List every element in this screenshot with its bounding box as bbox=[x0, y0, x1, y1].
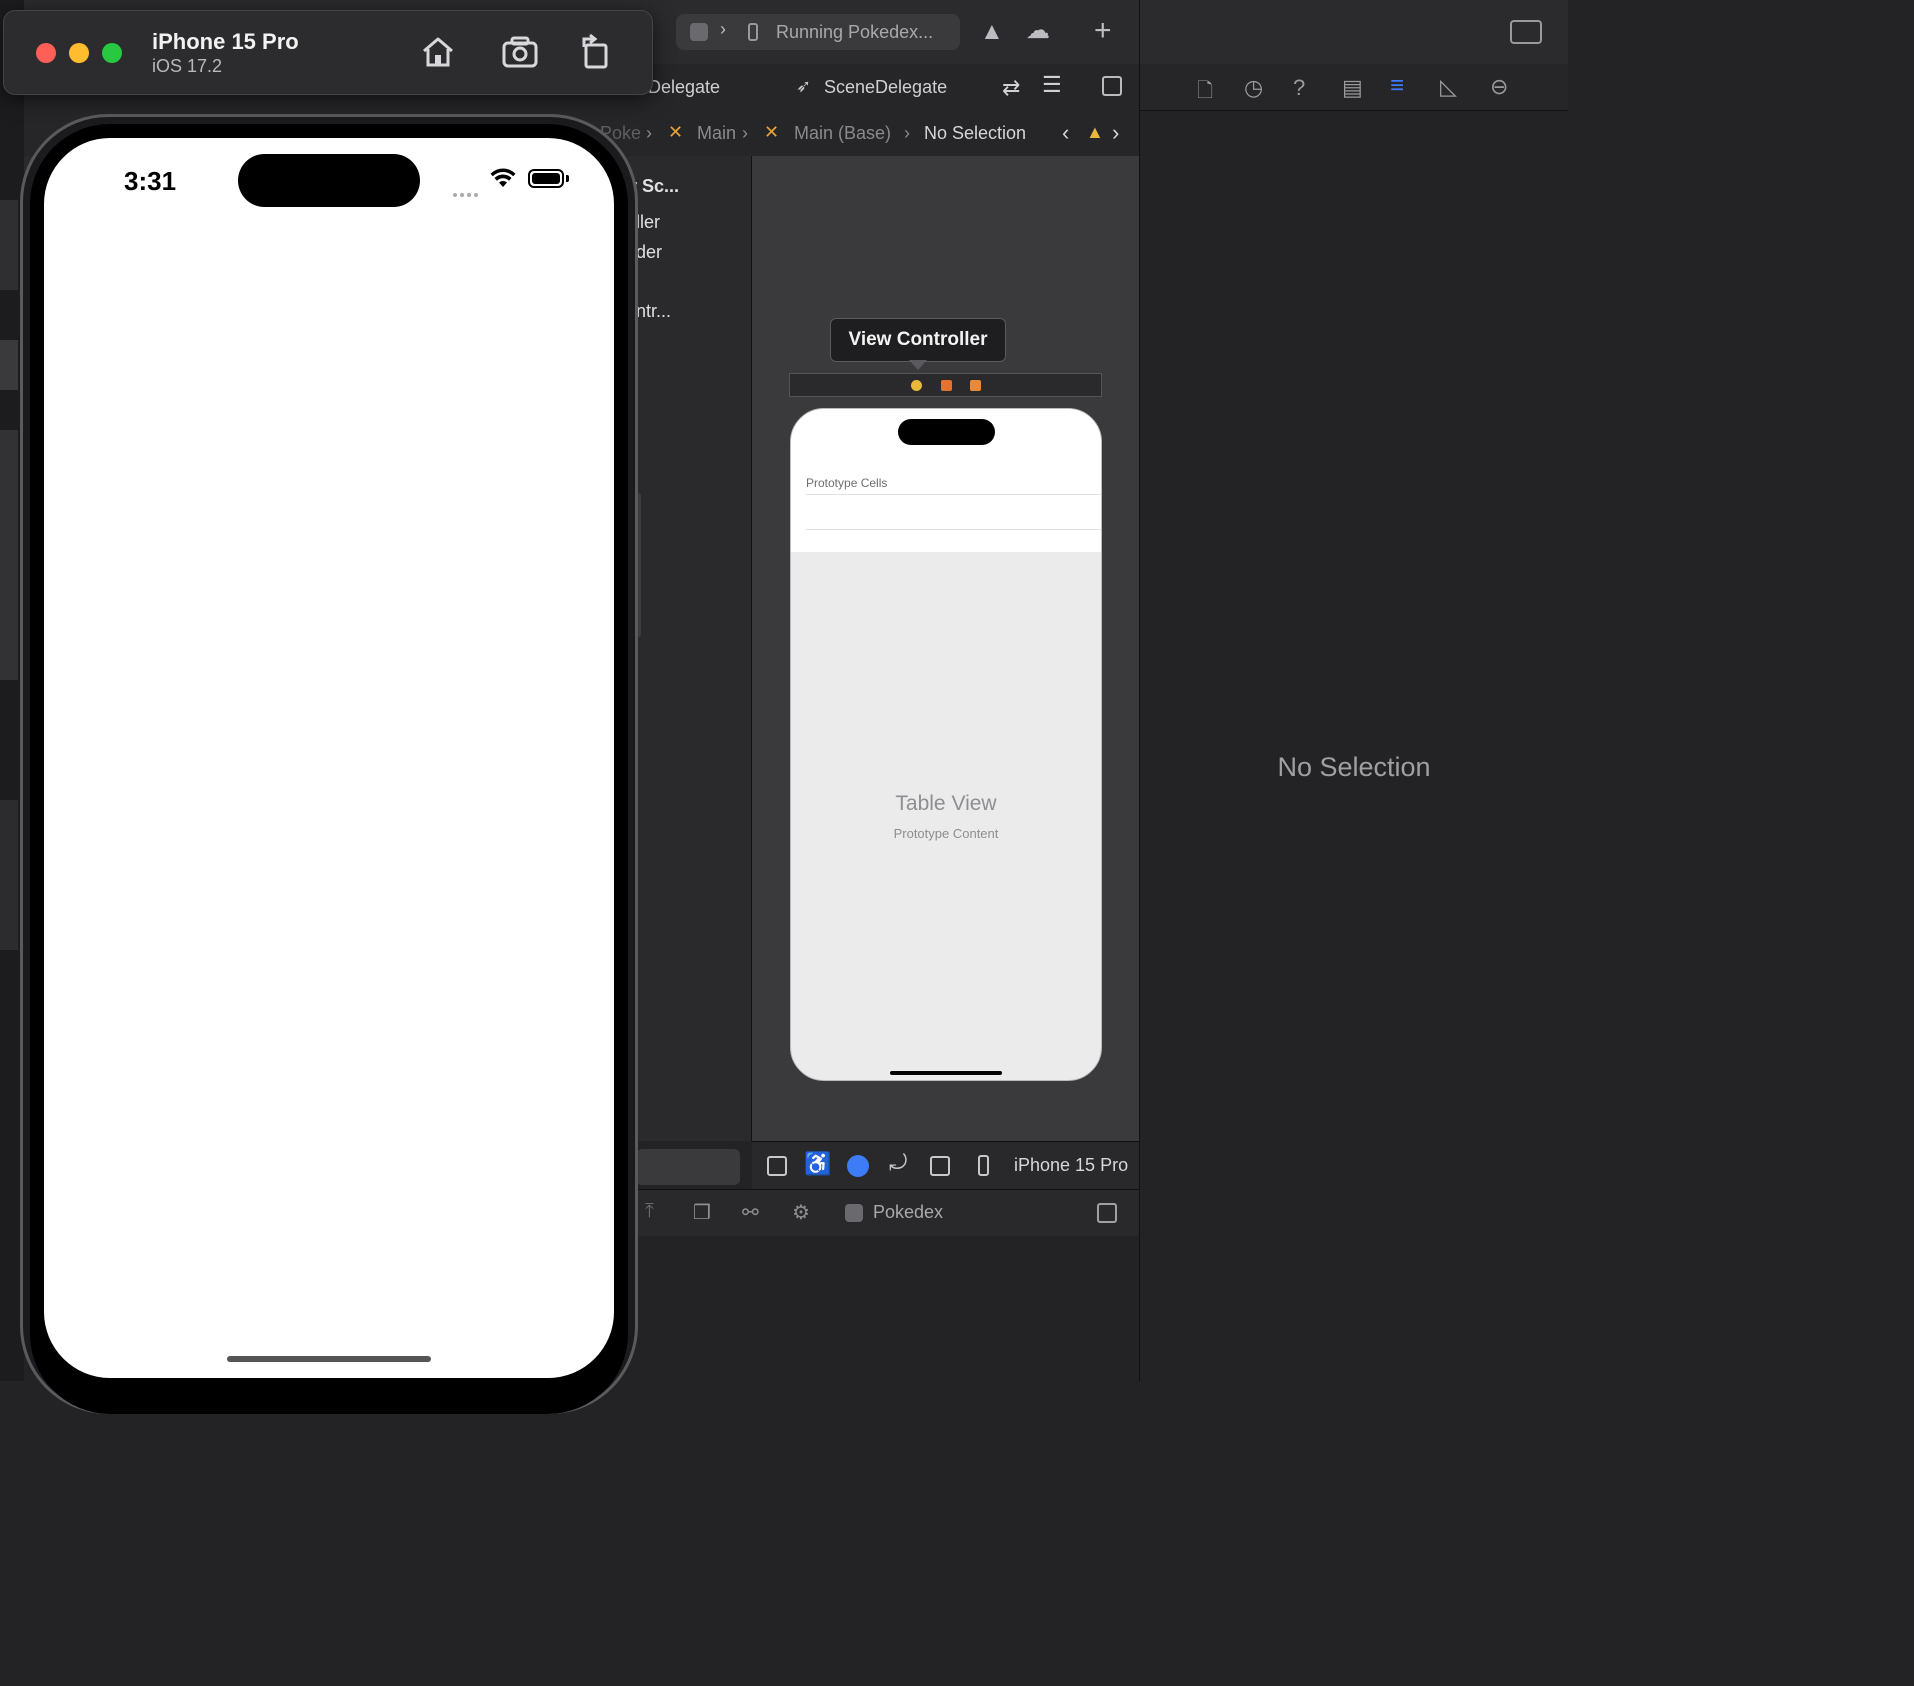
outline-item-responder[interactable]: der bbox=[636, 242, 662, 263]
outline-item-controller[interactable]: ller bbox=[636, 212, 660, 233]
dynamic-island bbox=[898, 419, 995, 445]
split-view-icon[interactable] bbox=[930, 1156, 950, 1176]
editor-options-icon[interactable]: ☰ bbox=[1042, 72, 1062, 98]
tab-appdelegate[interactable]: Delegate bbox=[648, 77, 720, 98]
attributes-inspector-icon[interactable]: ≡ bbox=[1390, 72, 1404, 100]
chevron-left-icon[interactable]: ‹ bbox=[1062, 120, 1069, 146]
simulator-screen[interactable]: 3:31 bbox=[44, 138, 614, 1378]
home-icon[interactable] bbox=[418, 33, 458, 71]
swap-icon[interactable]: ⇄ bbox=[1002, 75, 1020, 101]
minimize-button[interactable] bbox=[69, 43, 89, 63]
home-indicator[interactable] bbox=[227, 1356, 431, 1362]
app-icon bbox=[690, 23, 708, 41]
memory-graph-icon[interactable]: ⚯ bbox=[742, 1200, 759, 1225]
scene-title-pointer bbox=[909, 360, 927, 370]
scheme-status-pill[interactable]: › Running Pokedex... bbox=[676, 14, 960, 50]
inspector-no-selection: No Selection bbox=[1277, 752, 1431, 782]
inspector-toolbar bbox=[1140, 0, 1568, 65]
wifi-icon bbox=[490, 168, 516, 187]
battery-cap bbox=[566, 175, 569, 182]
view-controller-icon[interactable] bbox=[911, 380, 922, 391]
warning-icon[interactable]: ▲ bbox=[1086, 122, 1104, 143]
add-icon[interactable]: + bbox=[1094, 14, 1112, 48]
storyboard-icon: ✕ bbox=[764, 122, 780, 142]
simulator-titlebar[interactable]: iPhone 15 Pro iOS 17.2 bbox=[3, 10, 653, 95]
identity-inspector-icon[interactable]: ▤ bbox=[1342, 75, 1363, 101]
environment-icon[interactable]: ⚙ bbox=[792, 1200, 810, 1225]
chevron-right-icon[interactable]: › bbox=[1112, 120, 1119, 146]
device-icon[interactable] bbox=[978, 1155, 989, 1176]
inspector-panel bbox=[1139, 0, 1569, 1381]
home-indicator bbox=[890, 1071, 1002, 1075]
divider bbox=[806, 529, 1101, 530]
history-inspector-icon[interactable]: ◷ bbox=[1244, 75, 1263, 101]
table-view-label: Table View bbox=[895, 792, 997, 815]
help-inspector-icon[interactable]: ? bbox=[1293, 75, 1305, 101]
app-icon bbox=[845, 1204, 863, 1222]
view-hierarchy-icon[interactable]: ❒ bbox=[693, 1200, 711, 1225]
dynamic-island bbox=[238, 154, 420, 207]
storyboard-device-preview[interactable]: Prototype Cells Table View Prototype Con… bbox=[790, 408, 1102, 1081]
cloud-icon[interactable]: ☁ bbox=[1026, 16, 1050, 45]
warning-icon[interactable]: ▲ bbox=[980, 18, 1004, 46]
jumpbar-selection[interactable]: No Selection bbox=[924, 123, 1026, 144]
scene-dock[interactable] bbox=[789, 373, 1102, 397]
prototype-content-label: Prototype Content bbox=[893, 826, 999, 841]
add-editor-icon[interactable] bbox=[1102, 76, 1122, 96]
chevron-right-icon: › bbox=[646, 123, 652, 143]
canvas-device-selector[interactable]: iPhone 15 Pro bbox=[1014, 1155, 1128, 1176]
rotate-icon[interactable] bbox=[576, 33, 616, 71]
debug-target-label[interactable]: Pokedex bbox=[873, 1202, 943, 1223]
step-out-icon[interactable]: ⤒ bbox=[645, 1200, 654, 1223]
divider bbox=[806, 494, 1101, 495]
outline-toggle-icon[interactable] bbox=[767, 1156, 787, 1176]
appearance-icon[interactable] bbox=[847, 1155, 869, 1177]
accessibility-icon[interactable]: ♿ bbox=[804, 1151, 831, 1177]
console-toggle-icon[interactable] bbox=[1097, 1203, 1117, 1223]
file-inspector-icon[interactable]: 🗋 bbox=[1197, 76, 1213, 110]
size-inspector-icon[interactable]: ◺ bbox=[1440, 74, 1457, 100]
screenshot-icon[interactable] bbox=[500, 33, 540, 71]
storyboard-icon: ✕ bbox=[668, 122, 684, 142]
scheme-status-text: Running Pokedex... bbox=[776, 22, 934, 42]
scene-title[interactable]: View Controller bbox=[830, 318, 1006, 362]
chevron-right-icon: › bbox=[904, 123, 910, 143]
exit-icon[interactable] bbox=[970, 380, 981, 391]
jumpbar-main[interactable]: Main bbox=[697, 123, 736, 144]
chevron-right-icon: › bbox=[742, 123, 748, 143]
close-button[interactable] bbox=[36, 43, 56, 63]
status-time: 3:31 bbox=[124, 166, 177, 196]
swift-icon: ➶ bbox=[796, 76, 812, 96]
first-responder-icon[interactable] bbox=[941, 380, 952, 391]
tab-scenedelegate[interactable]: SceneDelegate bbox=[824, 77, 947, 98]
outline-item-entry[interactable]: ntr... bbox=[636, 301, 671, 322]
orientation-icon[interactable]: ⤾ bbox=[889, 1150, 907, 1176]
prototype-cells-label: Prototype Cells bbox=[806, 476, 888, 490]
outline-filter-field[interactable] bbox=[636, 1149, 740, 1185]
zoom-button[interactable] bbox=[102, 43, 122, 63]
device-icon bbox=[748, 23, 758, 41]
simulator-device-name: iPhone 15 Pro bbox=[152, 29, 299, 54]
signal-dots-icon bbox=[453, 184, 481, 202]
simulator-os-version: iOS 17.2 bbox=[152, 56, 223, 76]
jumpbar-main-base[interactable]: Main (Base) bbox=[794, 123, 891, 144]
chevron-right-icon: › bbox=[720, 19, 726, 39]
battery-icon bbox=[528, 169, 564, 188]
inspector-toggle-icon[interactable] bbox=[1510, 20, 1542, 44]
connections-inspector-icon[interactable]: ⊖ bbox=[1490, 74, 1508, 100]
